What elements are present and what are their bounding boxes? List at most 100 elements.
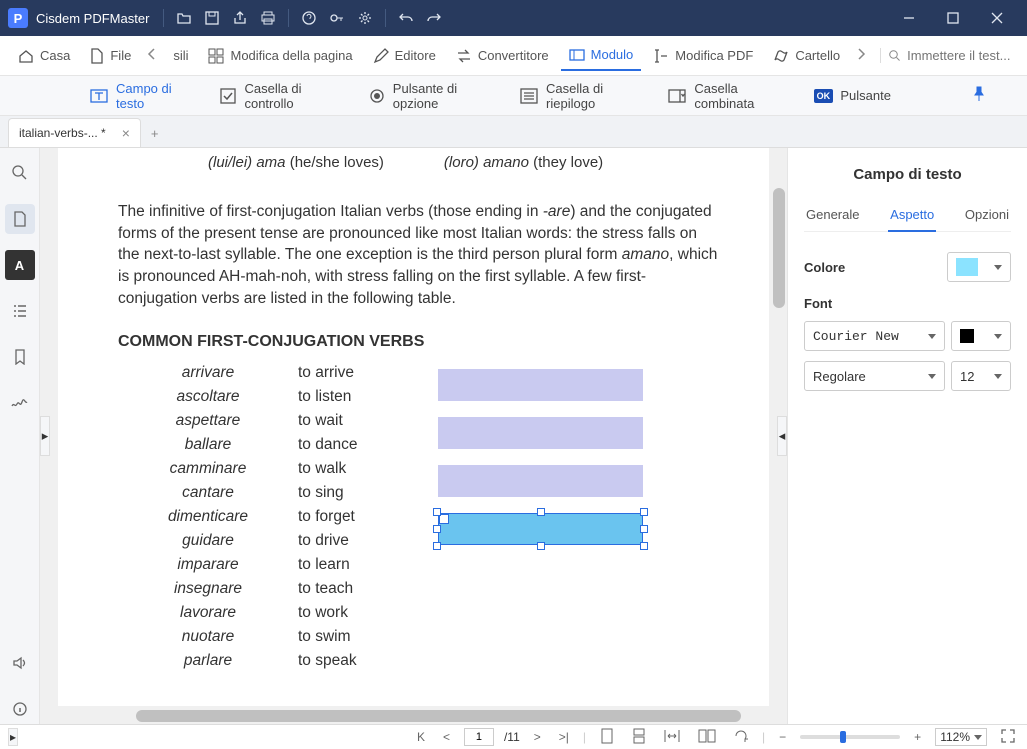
search-box[interactable]: [880, 48, 1017, 63]
title-bar: P Cisdem PDFMaster: [0, 0, 1027, 36]
listbox-icon: [520, 87, 538, 105]
tab-aspetto[interactable]: Aspetto: [888, 201, 936, 232]
form-toolbar: Campo di testo Casella di controllo Puls…: [0, 76, 1027, 116]
annotations-icon[interactable]: A: [5, 250, 35, 280]
tool-text-field[interactable]: Campo di testo: [90, 81, 180, 111]
info-icon[interactable]: [5, 694, 35, 724]
undo-icon[interactable]: [392, 4, 420, 32]
print-icon[interactable]: [254, 4, 282, 32]
bookmark-icon[interactable]: [5, 342, 35, 372]
menu-file[interactable]: File: [82, 42, 139, 70]
combobox-icon: [668, 87, 686, 105]
zoom-slider[interactable]: [800, 735, 900, 739]
tool-radio[interactable]: Pulsante di opzione: [369, 81, 480, 111]
font-style-dropdown[interactable]: Regolare: [804, 361, 945, 391]
document-tab[interactable]: italian-verbs-... * ×: [8, 118, 141, 147]
zoom-dropdown[interactable]: 112%: [935, 728, 987, 746]
font-color-dropdown[interactable]: [951, 321, 1011, 351]
section-heading: COMMON FIRST-CONJUGATION VERBS: [118, 333, 719, 351]
search-input[interactable]: [907, 48, 1017, 63]
chevron-down-icon: [974, 735, 982, 740]
prev-page-icon[interactable]: <: [439, 728, 454, 746]
app-logo: P: [8, 8, 28, 28]
chevron-down-icon: [928, 334, 936, 339]
minimize-button[interactable]: [887, 0, 931, 36]
expand-sidebar-icon[interactable]: ▸: [8, 728, 18, 746]
help-icon[interactable]: [295, 4, 323, 32]
form-text-field[interactable]: [438, 465, 643, 497]
view-single-icon[interactable]: [596, 726, 618, 749]
menu-modulo[interactable]: Modulo: [561, 41, 642, 71]
pin-icon[interactable]: [971, 86, 987, 105]
horizontal-scrollbar[interactable]: [56, 708, 771, 724]
checkbox-icon: [220, 87, 236, 105]
zoom-in-icon[interactable]: +: [910, 728, 925, 746]
save-icon[interactable]: [198, 4, 226, 32]
paragraph: The infinitive of first-conjugation Ital…: [118, 201, 719, 309]
font-color-swatch: [960, 329, 974, 343]
menu-editore[interactable]: Editore: [365, 42, 444, 70]
tool-checkbox[interactable]: Casella di controllo: [220, 81, 328, 111]
signature-icon[interactable]: [5, 388, 35, 418]
outline-icon[interactable]: [5, 296, 35, 326]
open-icon[interactable]: [170, 4, 198, 32]
search-tool-icon[interactable]: [5, 158, 35, 188]
menu-cartello[interactable]: Cartello: [765, 42, 848, 70]
share-icon[interactable]: [226, 4, 254, 32]
pdf-page[interactable]: (lui/lei) ama (he/she loves) (loro) aman…: [58, 148, 769, 706]
add-tab-button[interactable]: +: [145, 120, 165, 147]
chevron-right-icon[interactable]: [852, 44, 870, 67]
close-button[interactable]: [975, 0, 1019, 36]
conjugation-row: (lui/lei) ama (he/she loves) (loro) aman…: [208, 154, 719, 171]
chevron-down-icon: [994, 265, 1002, 270]
first-page-icon[interactable]: K: [413, 728, 429, 746]
form-text-field[interactable]: [438, 417, 643, 449]
menu-modifica-pdf[interactable]: Modifica PDF: [645, 42, 761, 70]
view-facing-icon[interactable]: [694, 727, 720, 748]
form-text-field[interactable]: [438, 369, 643, 401]
view-fit-width-icon[interactable]: [660, 727, 684, 748]
next-page-icon[interactable]: >: [530, 728, 545, 746]
tab-generale[interactable]: Generale: [804, 201, 861, 231]
panel-title: Campo di testo: [804, 166, 1011, 183]
view-continuous-icon[interactable]: [628, 726, 650, 749]
menu-sili[interactable]: sili: [165, 42, 196, 69]
tab-opzioni[interactable]: Opzioni: [963, 201, 1011, 231]
tool-combobox[interactable]: Casella combinata: [668, 81, 774, 111]
chevron-down-icon: [928, 374, 936, 379]
menu-modifica-pagina[interactable]: Modifica della pagina: [200, 42, 360, 70]
form-text-field-selected[interactable]: [438, 513, 643, 545]
color-dropdown[interactable]: [947, 252, 1011, 282]
menu-convertitore[interactable]: Convertitore: [448, 42, 557, 70]
page-total: /11: [504, 730, 520, 744]
settings-icon[interactable]: [351, 4, 379, 32]
verb-table: arrivareto arrive ascoltareto listen asp…: [118, 361, 668, 673]
font-label: Font: [804, 296, 1011, 311]
chevron-left-icon[interactable]: [143, 44, 161, 67]
page-number-input[interactable]: [464, 728, 494, 746]
expand-right-icon[interactable]: ◂: [777, 416, 787, 456]
tool-button[interactable]: OKPulsante: [814, 87, 891, 105]
last-page-icon[interactable]: >|: [555, 728, 573, 746]
tab-bar: italian-verbs-... * × +: [0, 116, 1027, 148]
sound-icon[interactable]: [5, 648, 35, 678]
key-icon[interactable]: [323, 4, 351, 32]
radio-icon: [369, 87, 385, 105]
color-label: Colore: [804, 260, 845, 275]
page-thumbs-icon[interactable]: [5, 204, 35, 234]
document-area: ▸ ◂ (lui/lei) ama (he/she loves) (loro) …: [40, 148, 787, 724]
chevron-down-icon: [994, 334, 1002, 339]
maximize-button[interactable]: [931, 0, 975, 36]
menu-casa[interactable]: Casa: [10, 42, 78, 70]
color-swatch: [956, 258, 978, 276]
view-rotate-icon[interactable]: [730, 727, 752, 748]
redo-icon[interactable]: [420, 4, 448, 32]
search-icon: [889, 49, 901, 63]
tool-listbox[interactable]: Casella di riepilogo: [520, 81, 628, 111]
zoom-out-icon[interactable]: −: [775, 728, 790, 746]
fullscreen-icon[interactable]: [997, 727, 1019, 748]
font-size-dropdown[interactable]: 12: [951, 361, 1011, 391]
close-tab-icon[interactable]: ×: [122, 125, 130, 141]
expand-left-icon[interactable]: ▸: [40, 416, 50, 456]
font-family-dropdown[interactable]: Courier New: [804, 321, 945, 351]
